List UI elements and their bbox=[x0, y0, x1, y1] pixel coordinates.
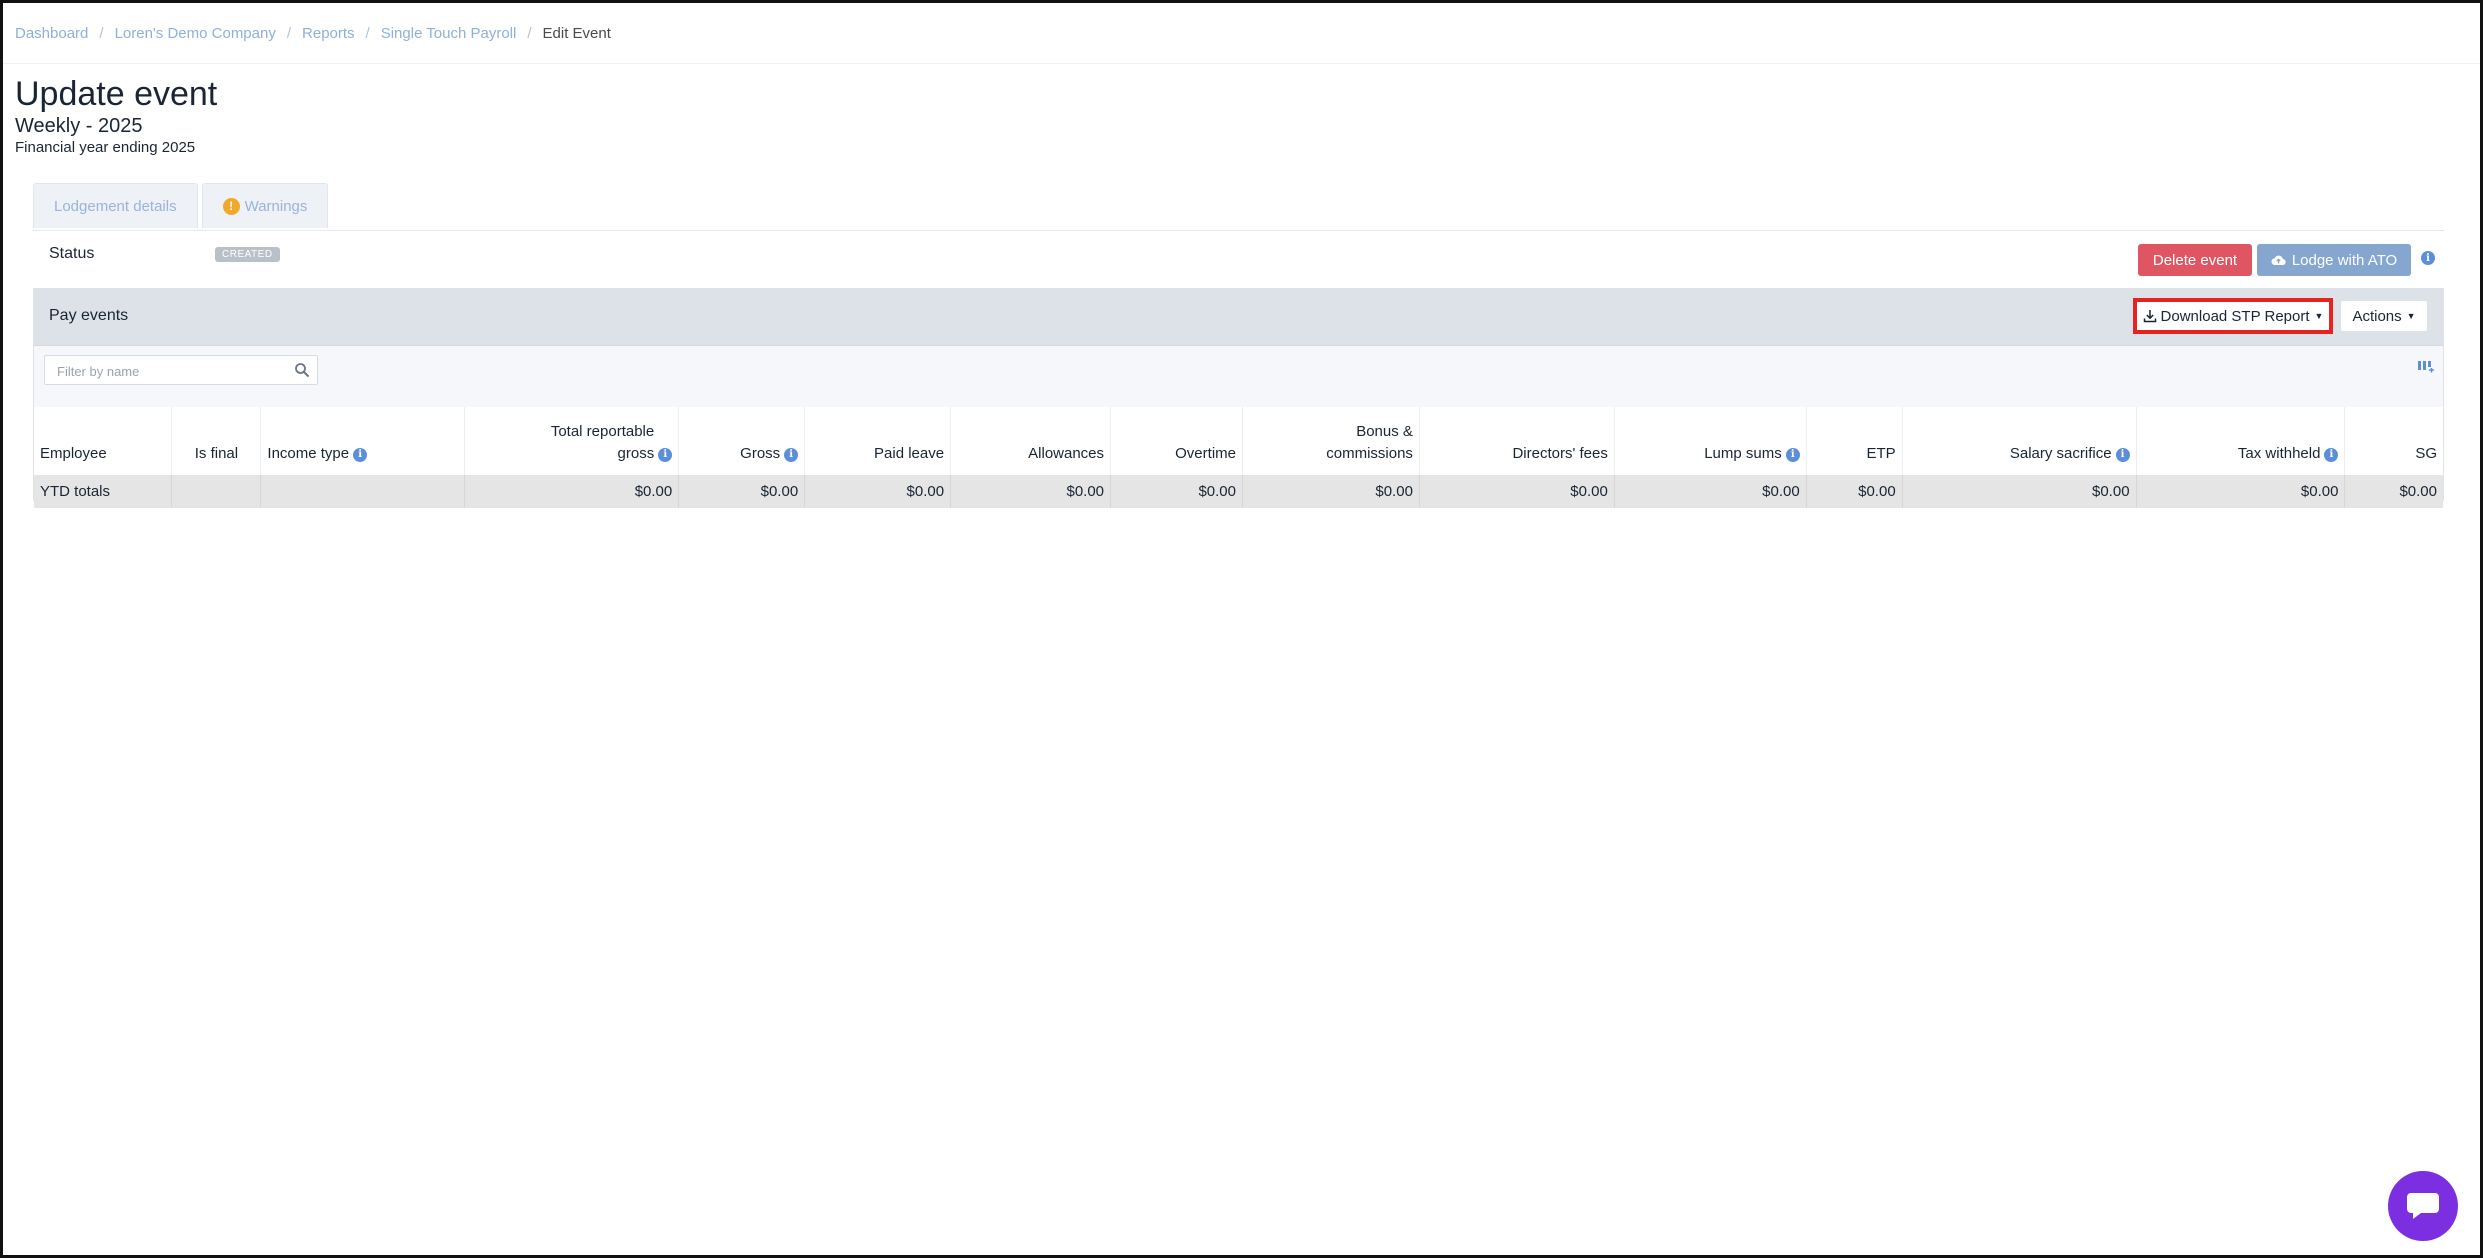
col-income-type[interactable]: Income type i bbox=[260, 407, 465, 475]
cloud-upload-icon bbox=[2271, 255, 2286, 266]
download-stp-report-label: Download STP Report bbox=[2160, 307, 2310, 325]
col-tax-withheld[interactable]: Tax withheld i bbox=[2135, 407, 2345, 475]
lodge-with-ato-label: Lodge with ATO bbox=[2291, 251, 2398, 269]
info-icon[interactable]: i bbox=[353, 448, 368, 462]
breadcrumb: Dashboard / Loren's Demo Company / Repor… bbox=[3, 3, 2480, 64]
info-icon[interactable]: i bbox=[2115, 448, 2130, 462]
table-cell bbox=[171, 475, 261, 508]
status-row: Status CREATED Delete event Lodge with A… bbox=[33, 235, 2444, 285]
status-badge: CREATED bbox=[215, 247, 280, 262]
col-gross[interactable]: Gross i bbox=[678, 407, 805, 475]
info-icon[interactable]: i bbox=[784, 448, 799, 462]
col-paid-leave[interactable]: Paid leave bbox=[804, 407, 951, 475]
table-cell: $0.00 bbox=[1805, 475, 1903, 508]
chevron-down-icon: ▼ bbox=[2406, 311, 2416, 321]
delete-event-button[interactable]: Delete event bbox=[2138, 244, 2252, 276]
table-cell: $0.00 bbox=[678, 475, 805, 508]
breadcrumb-separator: / bbox=[527, 24, 532, 42]
table-cell: $0.00 bbox=[1110, 475, 1243, 508]
info-icon[interactable]: i bbox=[2324, 448, 2339, 462]
tab-divider bbox=[33, 230, 2444, 231]
filter-by-name-input[interactable] bbox=[55, 357, 289, 385]
col-salary-sacrifice[interactable]: Salary sacrifice i bbox=[1901, 407, 2137, 475]
col-etp[interactable]: ETP bbox=[1805, 407, 1903, 475]
breadcrumb-separator: / bbox=[99, 24, 104, 42]
filter-box bbox=[44, 355, 318, 385]
table-cell: YTD totals bbox=[34, 475, 172, 508]
table-cell: $0.00 bbox=[2344, 475, 2443, 508]
actions-label: Actions bbox=[2352, 307, 2402, 325]
col-sg[interactable]: SG bbox=[2344, 407, 2443, 475]
breadcrumb-dashboard[interactable]: Dashboard bbox=[15, 25, 88, 42]
breadcrumb-separator: / bbox=[365, 24, 370, 42]
table-cell bbox=[260, 475, 465, 508]
info-icon[interactable]: i bbox=[658, 448, 673, 462]
tab-label: Warnings bbox=[244, 197, 308, 215]
table-cell: $0.00 bbox=[1418, 475, 1615, 508]
table-cell: $0.00 bbox=[1613, 475, 1807, 508]
table-cell: $0.00 bbox=[1901, 475, 2137, 508]
breadcrumb-separator: / bbox=[286, 24, 292, 42]
tab-bar: Lodgement details ! Warnings bbox=[33, 183, 329, 228]
page-subtitle: Weekly - 2025 bbox=[15, 115, 143, 137]
col-allowances[interactable]: Allowances bbox=[950, 407, 1111, 475]
table-cell: $0.00 bbox=[464, 475, 679, 508]
chat-icon bbox=[2407, 1193, 2439, 1219]
actions-dropdown-button[interactable]: Actions ▼ bbox=[2340, 300, 2428, 332]
col-total-reportable-gross[interactable]: Total reportable gross i bbox=[464, 407, 679, 475]
tab-warnings[interactable]: ! Warnings bbox=[201, 183, 329, 228]
lodge-with-ato-button[interactable]: Lodge with ATO bbox=[2257, 244, 2411, 276]
table-cell: $0.00 bbox=[950, 475, 1111, 508]
columns-icon[interactable] bbox=[2417, 359, 2435, 375]
table-cell: $0.00 bbox=[2135, 475, 2345, 508]
page-title: Update event bbox=[15, 75, 218, 113]
tab-label: Lodgement details bbox=[54, 197, 177, 215]
table-cell: $0.00 bbox=[1241, 475, 1420, 508]
financial-year: Financial year ending 2025 bbox=[15, 139, 196, 156]
info-icon[interactable]: i bbox=[1785, 448, 1800, 462]
col-directors-fees[interactable]: Directors' fees bbox=[1418, 407, 1615, 475]
pay-events-panel: Pay events Download STP Report ▼ Actions… bbox=[33, 288, 2444, 508]
col-overtime[interactable]: Overtime bbox=[1110, 407, 1243, 475]
col-employee[interactable]: Employee bbox=[34, 407, 172, 475]
pay-events-header: Pay events Download STP Report ▼ Actions… bbox=[34, 289, 2443, 346]
col-is-final[interactable]: Is final bbox=[171, 407, 261, 475]
pay-events-table: Employee Is final Income type i Total rep… bbox=[34, 407, 2443, 508]
breadcrumb-single-touch-payroll[interactable]: Single Touch Payroll bbox=[381, 25, 517, 42]
status-label: Status bbox=[49, 245, 95, 262]
warning-icon: ! bbox=[222, 197, 240, 215]
info-icon[interactable]: i bbox=[2421, 251, 2435, 265]
download-stp-report-button[interactable]: Download STP Report ▼ bbox=[2133, 298, 2333, 334]
col-bonus-commissions[interactable]: Bonus & commissions bbox=[1241, 407, 1420, 475]
col-lump-sums[interactable]: Lump sums i bbox=[1613, 407, 1807, 475]
search-icon[interactable] bbox=[294, 362, 310, 378]
table-header-row: Employee Is final Income type i Total rep… bbox=[34, 407, 2443, 475]
table-cell: $0.00 bbox=[804, 475, 951, 508]
chat-launcher-button[interactable] bbox=[2388, 1171, 2458, 1241]
pay-events-title: Pay events bbox=[49, 307, 129, 324]
breadcrumb-company[interactable]: Loren's Demo Company bbox=[115, 25, 276, 42]
breadcrumb-current: Edit Event bbox=[542, 24, 611, 42]
table-row: YTD totals $0.00 $0.00 $0.00 $0.00 $0.00… bbox=[34, 475, 2443, 508]
page-header: Update event Weekly - 2025 Financial yea… bbox=[3, 64, 2480, 157]
delete-event-label: Delete event bbox=[2152, 251, 2238, 269]
chevron-down-icon: ▼ bbox=[2314, 311, 2324, 321]
tab-lodgement-details[interactable]: Lodgement details bbox=[33, 183, 198, 228]
download-icon bbox=[2143, 310, 2156, 323]
breadcrumb-reports[interactable]: Reports bbox=[302, 25, 355, 42]
